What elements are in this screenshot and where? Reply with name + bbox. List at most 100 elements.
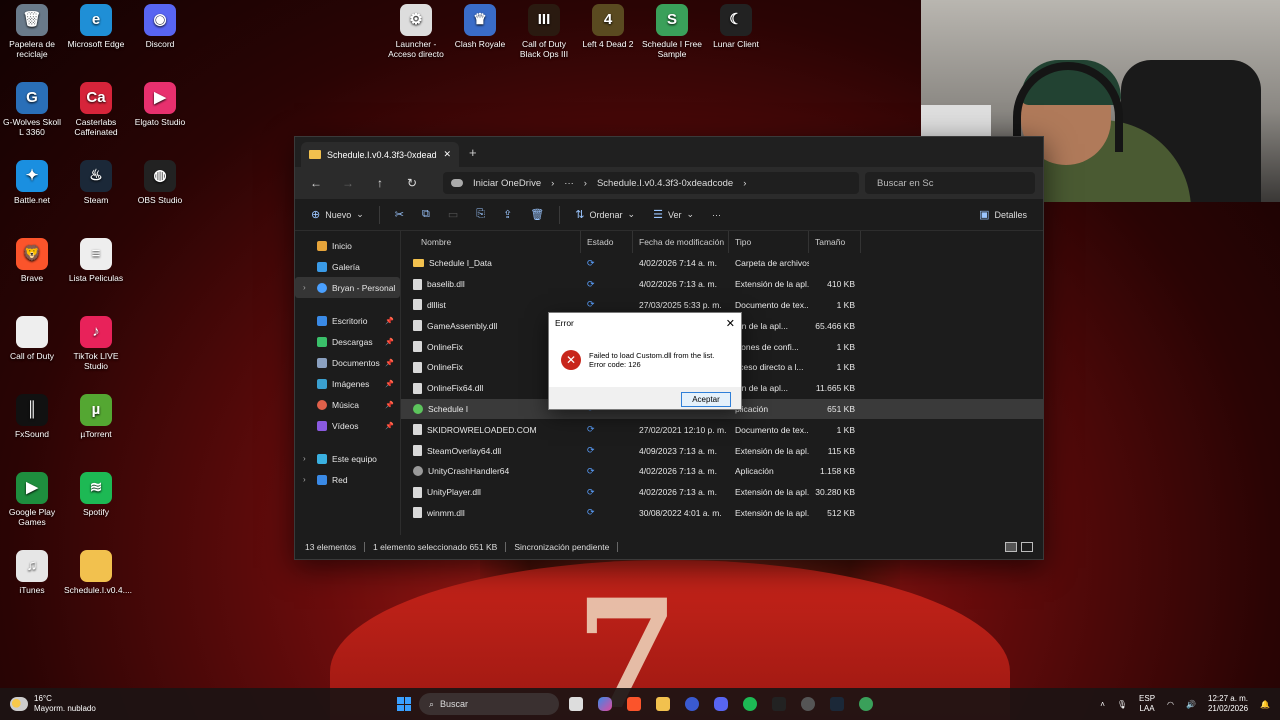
fxsound-taskbar-button[interactable] [767, 692, 791, 716]
desktop-icon-item[interactable]: 4 Left 4 Dead 2 [576, 4, 640, 49]
file-row[interactable]: SKIDROWRELOADED.COM ⟳ 27/02/2021 12:10 p. … [401, 419, 1043, 440]
breadcrumb-ellipsis[interactable]: ··· [564, 178, 574, 189]
notification-bell-icon[interactable]: 🔔 [1260, 700, 1270, 709]
chevron-up-icon[interactable]: ˄ [1100, 700, 1105, 709]
obs-taskbar-button[interactable] [796, 692, 820, 716]
nav-item-desktop[interactable]: Escritorio 📌 [295, 310, 400, 331]
language-indicator[interactable]: ESP LAA [1139, 694, 1155, 714]
desktop-icon-item[interactable]: ◍ OBS Studio [128, 160, 192, 205]
nav-item-this-pc[interactable]: › Este equipo [295, 448, 400, 469]
breadcrumb-current[interactable]: Schedule.I.v0.4.3f3-0xdeadcode [597, 178, 733, 189]
desktop-icon-item[interactable]: Schedule.I.v0.4.... [64, 550, 132, 595]
microphone-icon[interactable]: 🎙 [1117, 700, 1127, 709]
desktop-icon-item[interactable]: ♨ Steam [64, 160, 128, 205]
paste-icon: ▭ [447, 209, 459, 221]
desktop-icon-item[interactable]: ▶ Google Play Games [0, 472, 64, 527]
details-pane-button[interactable]: ▣ Detalles [973, 204, 1033, 226]
up-button[interactable]: ↑ [367, 171, 393, 195]
rename-button[interactable]: ⎘ [470, 204, 491, 226]
new-button[interactable]: ⊕ Nuevo ⌄ [305, 204, 370, 226]
sort-button[interactable]: ⇅ Ordenar ⌄ [569, 204, 641, 226]
nav-item-network[interactable]: › Red [295, 469, 400, 490]
dialog-close-button[interactable]: ✕ [726, 317, 735, 330]
desktop-icon-item[interactable]: 🦁 Brave [0, 238, 64, 283]
ok-button[interactable]: Aceptar [681, 391, 731, 407]
desktop-icon-item[interactable]: ▶ Elgato Studio [128, 82, 192, 127]
desktop-icon-item[interactable]: ☾ Lunar Client [704, 4, 768, 49]
file-icon [413, 486, 422, 498]
desktop-icon-item[interactable]: ⚙ Launcher - Acceso directo [384, 4, 448, 59]
discord-taskbar-button[interactable] [709, 692, 733, 716]
nav-item-downloads[interactable]: Descargas 📌 [295, 331, 400, 352]
column-header-date[interactable]: Fecha de modificación [633, 231, 729, 253]
desktop-icon-item[interactable]: ♫ iTunes [0, 550, 64, 595]
desktop-icon-item[interactable]: ║ FxSound [0, 394, 64, 439]
search-input[interactable]: Buscar en Sc [865, 172, 1035, 194]
delete-button[interactable]: 🗑 [524, 204, 550, 226]
nav-item-onedrive[interactable]: › Bryan - Personal [295, 277, 400, 298]
more-options-button[interactable]: ··· [706, 204, 727, 226]
tiles-view-button[interactable] [1021, 542, 1033, 552]
desktop-icon-item[interactable]: S Schedule I Free Sample [640, 4, 704, 59]
column-header-size[interactable]: Tamaño [809, 231, 861, 253]
schedule-taskbar-button[interactable] [854, 692, 878, 716]
nav-item-images[interactable]: Imágenes 📌 [295, 373, 400, 394]
desktop-icon-item[interactable]: µ µTorrent [64, 394, 128, 439]
desktop-icon-item[interactable]: ♛ Clash Royale [448, 4, 512, 49]
desktop-icon-item[interactable]: 🗑 Papelera de reciclaje [0, 4, 64, 59]
refresh-button[interactable]: ↻ [399, 171, 425, 195]
back-button[interactable]: ← [303, 171, 329, 195]
file-row[interactable]: baselib.dll ⟳ 4/02/2026 7:13 a. m. Extensió… [401, 274, 1043, 295]
desktop-icon-item[interactable]: Ca Casterlabs Caffeinated [64, 82, 128, 137]
column-header-name[interactable]: Nombre [401, 231, 581, 253]
desktop-icon-item[interactable]: ≋ Spotify [64, 472, 128, 517]
file-row[interactable]: UnityPlayer.dll ⟳ 4/02/2026 7:13 a. m. Exte… [401, 482, 1043, 503]
cut-button[interactable]: ✂ [389, 204, 410, 226]
desktop-icon-item[interactable]: ✦ Battle.net [0, 160, 64, 205]
cortana-taskbar-button[interactable] [680, 692, 704, 716]
clock[interactable]: 12:27 a. m. 21/02/2026 [1208, 694, 1248, 714]
steam-taskbar-button[interactable] [825, 692, 849, 716]
start-button[interactable] [394, 694, 414, 714]
desktop-icon-item[interactable]: G G-Wolves Skoll L 3360 [0, 82, 64, 137]
tab-schedule-folder[interactable]: Schedule.I.v0.4.3f3-0xdeadcode ✕ [301, 142, 459, 167]
new-tab-button[interactable]: + [469, 145, 477, 160]
desktop-icon-item[interactable]: e Microsoft Edge [64, 4, 128, 49]
address-bar[interactable]: Iniciar OneDrive › ··· › Schedule.I.v0.4… [443, 172, 859, 194]
nav-item-music[interactable]: Música 📌 [295, 394, 400, 415]
taskbar-search[interactable]: ⌕ Buscar [419, 693, 559, 715]
explorer-taskbar-button[interactable] [651, 692, 675, 716]
desktop-icon-item[interactable]: ♪ TikTok LIVE Studio [64, 316, 128, 371]
nav-item-videos[interactable]: Vídeos 📌 [295, 415, 400, 436]
copilot-button[interactable] [593, 692, 617, 716]
paste-button[interactable]: ▭ [442, 204, 464, 226]
file-row[interactable]: UnityCrashHandler64 ⟳ 4/02/2026 7:13 a. m.… [401, 461, 1043, 482]
volume-icon[interactable]: 🔊 [1186, 700, 1196, 709]
spotify-taskbar-button[interactable] [738, 692, 762, 716]
file-row[interactable]: winmm.dll ⟳ 30/08/2022 4:01 a. m. Extensión… [401, 503, 1043, 524]
close-tab-icon[interactable]: ✕ [443, 149, 451, 160]
desktop-icon-item[interactable]: Call of Duty [0, 316, 64, 361]
view-button[interactable]: ☰ Ver ⌄ [647, 204, 700, 226]
file-row[interactable]: SteamOverlay64.dll ⟳ 4/09/2023 7:13 a. m. E… [401, 440, 1043, 461]
nav-item-documents[interactable]: Documentos 📌 [295, 352, 400, 373]
file-row[interactable]: Schedule I_Data ⟳ 4/02/2026 7:14 a. m. Carp… [401, 253, 1043, 274]
copy-button[interactable]: ⧉ [416, 204, 436, 226]
chevron-right-icon: › [303, 283, 306, 292]
details-view-button[interactable] [1005, 542, 1017, 552]
share-button[interactable]: ⇪ [497, 204, 518, 226]
task-view-button[interactable] [564, 692, 588, 716]
column-header-state[interactable]: Estado [581, 231, 633, 253]
desktop-icon-item[interactable]: ◉ Discord [128, 4, 192, 49]
forward-button[interactable]: → [335, 171, 361, 195]
nav-item-home[interactable]: Inicio [295, 235, 400, 256]
brave-taskbar-button[interactable] [622, 692, 646, 716]
wifi-icon[interactable]: ◠ [1167, 700, 1174, 709]
desktop-icon-label: Spotify [83, 507, 109, 517]
column-header-type[interactable]: Tipo [729, 231, 809, 253]
desktop-icon-item[interactable]: III Call of Duty Black Ops III [512, 4, 576, 59]
weather-widget[interactable]: 16°C Mayorm. nublado [0, 694, 220, 714]
breadcrumb-root[interactable]: Iniciar OneDrive [473, 178, 541, 189]
desktop-icon-item[interactable]: ≡ Lista Peliculas [64, 238, 128, 283]
nav-item-gallery[interactable]: Galería [295, 256, 400, 277]
